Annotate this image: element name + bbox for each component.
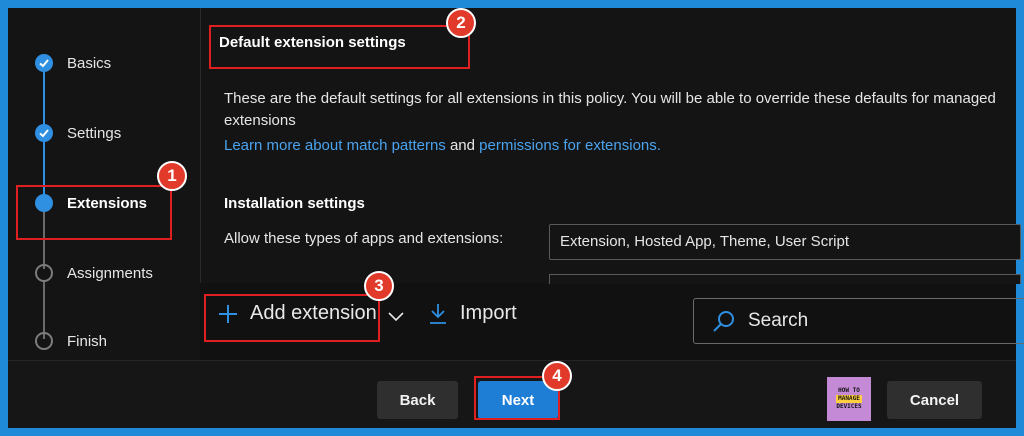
import-button[interactable]: Import	[428, 302, 517, 325]
chevron-down-icon[interactable]	[388, 312, 404, 322]
allow-types-label: Allow these types of apps and extensions…	[224, 230, 504, 247]
step-label: Settings	[67, 124, 122, 142]
annotation-badge: 3	[364, 271, 394, 301]
installation-settings-title: Installation settings	[224, 195, 365, 212]
permissions-link[interactable]: permissions for extensions.	[479, 137, 661, 154]
back-button[interactable]: Back	[377, 381, 458, 419]
allow-types-select[interactable]: Extension, Hosted App, Theme, User Scrip…	[549, 224, 1021, 260]
annotation-badge: 1	[157, 161, 187, 191]
step-label: Finish	[67, 332, 108, 350]
step-finish[interactable]: Finish	[8, 321, 200, 361]
step-assignments[interactable]: Assignments	[8, 253, 200, 293]
import-icon	[430, 303, 446, 324]
step-basics[interactable]: Basics	[8, 43, 200, 83]
step-settings[interactable]: Settings	[8, 113, 200, 153]
highlight-box-add-extension	[204, 294, 380, 342]
search-input[interactable]: Search	[693, 298, 1024, 344]
logo-text: MANAGE	[836, 395, 862, 403]
highlight-box-extensions	[16, 185, 172, 240]
search-icon	[713, 311, 734, 332]
highlight-box-section-title	[209, 25, 470, 69]
checkmark-icon	[35, 124, 53, 142]
how-to-manage-devices-logo: HOW TO MANAGE DEVICES	[827, 377, 871, 421]
annotation-badge: 2	[446, 8, 476, 38]
help-links: Learn more about match patterns and perm…	[224, 137, 661, 154]
logo-text: DEVICES	[836, 403, 862, 410]
section-description: These are the default settings for all e…	[224, 90, 996, 129]
step-label: Basics	[67, 54, 112, 72]
and-text: and	[449, 137, 475, 154]
pending-step-icon	[35, 332, 53, 350]
logo-text: HOW TO	[838, 387, 860, 394]
match-patterns-link[interactable]: Learn more about match patterns	[224, 137, 446, 154]
allow-types-value: Extension, Hosted App, Theme, User Scrip…	[560, 233, 850, 250]
import-label: Import	[460, 302, 517, 324]
pending-step-icon	[35, 264, 53, 282]
annotation-badge: 4	[542, 361, 572, 391]
step-label: Assignments	[67, 264, 153, 282]
cancel-button[interactable]: Cancel	[887, 381, 982, 419]
search-placeholder: Search	[748, 310, 809, 331]
checkmark-icon	[35, 54, 53, 72]
next-field[interactable]	[549, 274, 1021, 284]
